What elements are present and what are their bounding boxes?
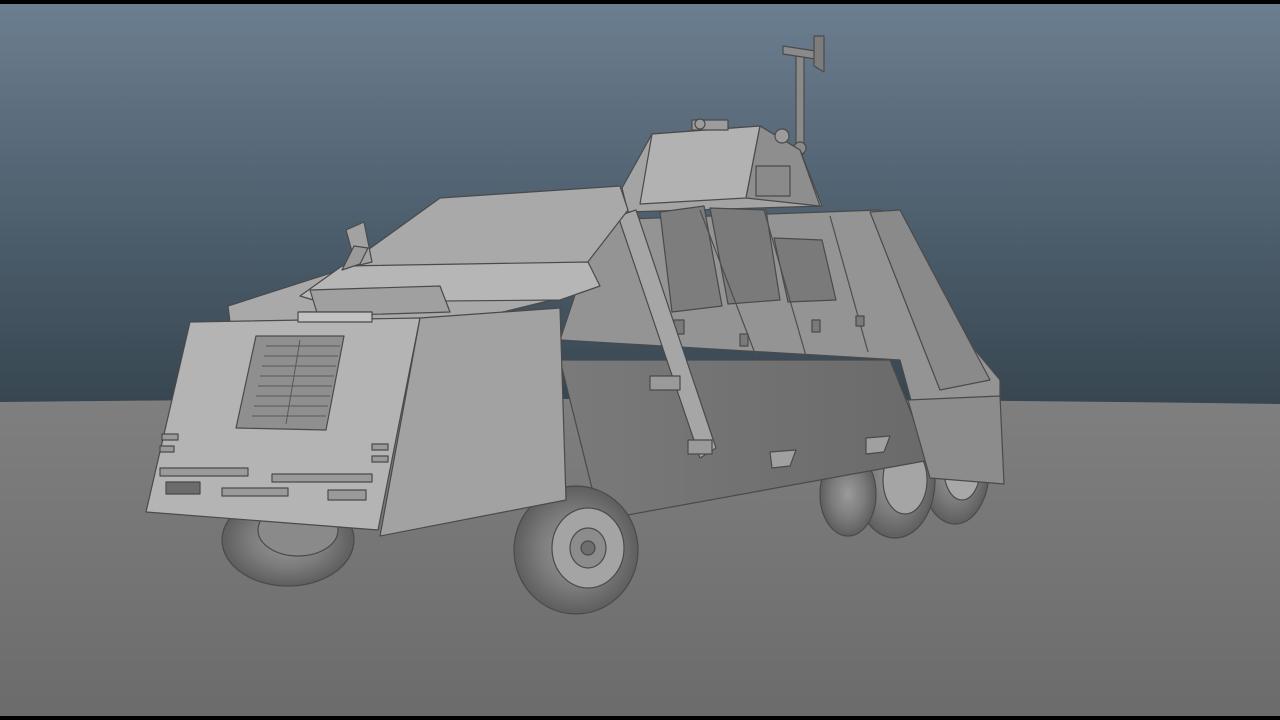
- front-armor-plate[interactable]: [145, 307, 567, 537]
- light-bar-left: [159, 467, 249, 477]
- 3d-viewport[interactable]: [0, 0, 1280, 720]
- letterbox-bottom: [0, 716, 1280, 720]
- letterbox-top: [0, 0, 1280, 4]
- license-plate: [297, 311, 373, 323]
- scene-canvas[interactable]: [0, 0, 1280, 720]
- light-bar-right: [271, 473, 373, 483]
